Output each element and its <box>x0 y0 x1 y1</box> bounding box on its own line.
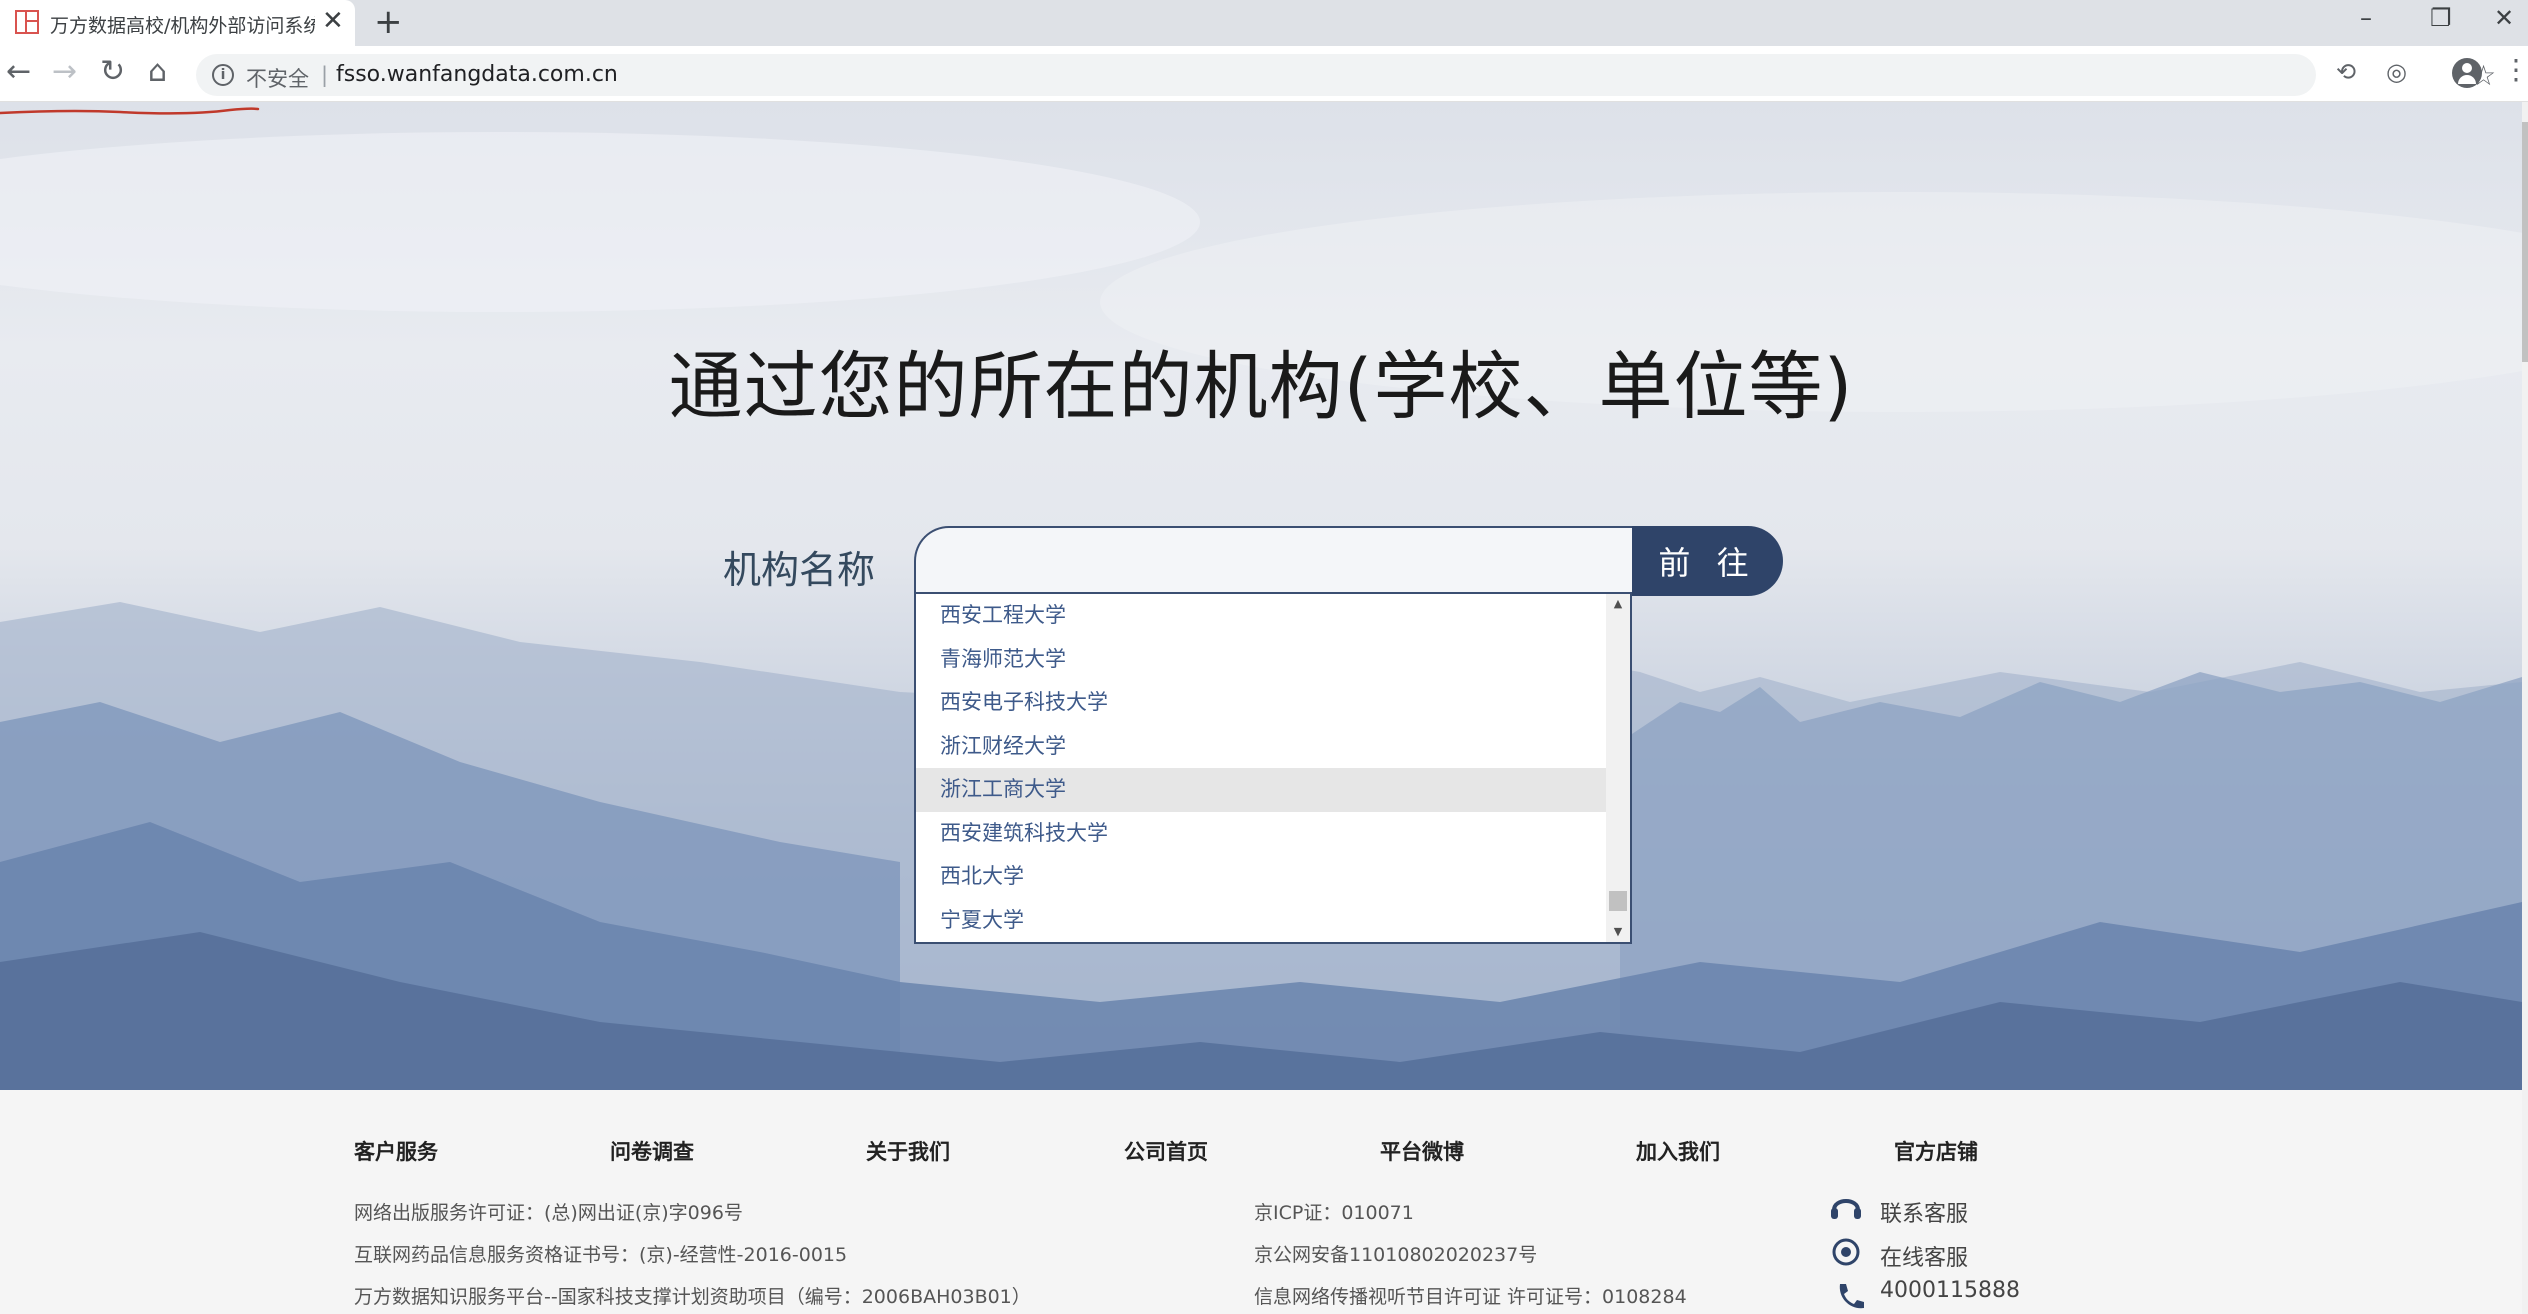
footer-link-weibo[interactable]: 平台微博 <box>1380 1136 1464 1166</box>
online-service-icon <box>1832 1238 1860 1266</box>
license-text: 网络出版服务许可证：(总)网出证(京)字096号 <box>354 1202 743 1224</box>
dropdown-item[interactable]: 西安电子科技大学 <box>916 681 1608 725</box>
page-title: 通过您的所在的机构(学校、单位等) <box>668 344 1854 430</box>
wanfang-favicon-icon <box>15 10 39 34</box>
dropdown-item[interactable]: 西安建筑科技大学 <box>916 812 1608 856</box>
dropdown-item[interactable]: 西安工程大学 <box>916 594 1608 638</box>
tab-title: 万方数据高校/机构外部访问系统 <box>50 15 315 37</box>
institution-dropdown: 西安工程大学 青海师范大学 西安电子科技大学 浙江财经大学 浙江工商大学 西安建… <box>914 592 1632 944</box>
institution-name-label: 机构名称 <box>723 548 876 592</box>
address-bar[interactable]: i 不安全 | fsso.wanfangdata.com.cn ☆ <box>196 54 2496 96</box>
license-text: 互联网药品信息服务资格证书号：(京)-经营性-2016-0015 <box>354 1244 848 1266</box>
kebab-menu-icon[interactable]: ⋮ <box>2502 56 2528 84</box>
footer-link-join-us[interactable]: 加入我们 <box>1636 1136 1720 1166</box>
dropdown-item[interactable]: 浙江财经大学 <box>916 725 1608 769</box>
forward-arrow-icon[interactable]: → <box>52 54 77 89</box>
red-underline-annotation <box>0 107 260 115</box>
dropdown-item[interactable]: 青海师范大学 <box>916 638 1608 682</box>
dropdown-item-hovered[interactable]: 浙江工商大学 <box>916 768 1608 812</box>
window-close-button[interactable]: ✕ <box>2494 4 2514 32</box>
scrollbar-thumb[interactable] <box>1609 891 1627 911</box>
back-arrow-icon[interactable]: ← <box>6 54 31 89</box>
footer-link-customer-service[interactable]: 客户服务 <box>354 1136 438 1166</box>
footer-link-survey[interactable]: 问卷调查 <box>610 1136 694 1166</box>
minimize-button[interactable]: – <box>2360 4 2372 32</box>
security-label[interactable]: 不安全 <box>246 63 309 93</box>
page-scrollbar[interactable] <box>2522 102 2528 1314</box>
dropdown-list: 西安工程大学 青海师范大学 西安电子科技大学 浙江财经大学 浙江工商大学 西安建… <box>916 594 1608 942</box>
online-service-link[interactable]: 在线客服 <box>1880 1240 1968 1272</box>
scroll-down-arrow-icon[interactable]: ▼ <box>1606 922 1630 942</box>
headset-icon <box>1831 1199 1861 1219</box>
icp-text: 京公网安备11010802020237号 <box>1254 1244 1538 1266</box>
history-extension-icon[interactable]: ⟲ <box>2336 58 2356 86</box>
icp-text: 信息网络传播视听节目许可证 许可证号：0108284 <box>1254 1286 1687 1308</box>
contact-service-link[interactable]: 联系客服 <box>1880 1196 1968 1228</box>
phone-number[interactable]: 4000115888 <box>1880 1278 2020 1303</box>
restore-button[interactable]: ❐ <box>2430 4 2452 32</box>
scroll-up-arrow-icon[interactable]: ▲ <box>1606 594 1630 614</box>
profile-avatar-icon[interactable] <box>2452 58 2482 88</box>
new-tab-button[interactable]: + <box>374 2 403 42</box>
tab-close-icon[interactable]: ✕ <box>322 6 344 36</box>
phone-icon <box>1839 1284 1864 1309</box>
browser-toolbar: ← → ↻ ⌂ i 不安全 | fsso.wanfangdata.com.cn … <box>0 46 2528 102</box>
browser-tab-strip: 万方数据高校/机构外部访问系统 ✕ + – ❐ ✕ <box>0 0 2528 46</box>
hero-section: 通过您的所在的机构(学校、单位等) 机构名称 前 往 西安工程大学 青海师范大学… <box>0 102 2522 1090</box>
browser-tab[interactable]: 万方数据高校/机构外部访问系统 ✕ <box>0 0 355 46</box>
dropdown-item[interactable]: 西北大学 <box>916 855 1608 899</box>
footer: 客户服务 问卷调查 关于我们 公司首页 平台微博 加入我们 官方店铺 网络出版服… <box>0 1090 2522 1314</box>
address-separator: | <box>321 63 329 87</box>
page-scrollbar-thumb[interactable] <box>2522 122 2528 362</box>
go-button[interactable]: 前 往 <box>1632 526 1783 596</box>
dropdown-item[interactable]: 宁夏大学 <box>916 899 1608 943</box>
info-icon[interactable]: i <box>212 64 234 86</box>
extension-icon[interactable]: ◎ <box>2386 58 2407 86</box>
dropdown-scrollbar[interactable]: ▲ ▼ <box>1606 594 1630 942</box>
footer-link-official-store[interactable]: 官方店铺 <box>1894 1136 1978 1166</box>
icp-text: 京ICP证：010071 <box>1254 1202 1414 1224</box>
footer-link-about-us[interactable]: 关于我们 <box>866 1136 950 1166</box>
url-text[interactable]: fsso.wanfangdata.com.cn <box>336 62 618 87</box>
home-icon[interactable]: ⌂ <box>148 54 167 89</box>
license-text: 万方数据知识服务平台--国家科技支撑计划资助项目（编号：2006BAH03B01… <box>354 1286 1031 1308</box>
reload-icon[interactable]: ↻ <box>100 54 125 89</box>
institution-search-input[interactable] <box>914 526 1654 596</box>
footer-link-company-home[interactable]: 公司首页 <box>1124 1136 1208 1166</box>
